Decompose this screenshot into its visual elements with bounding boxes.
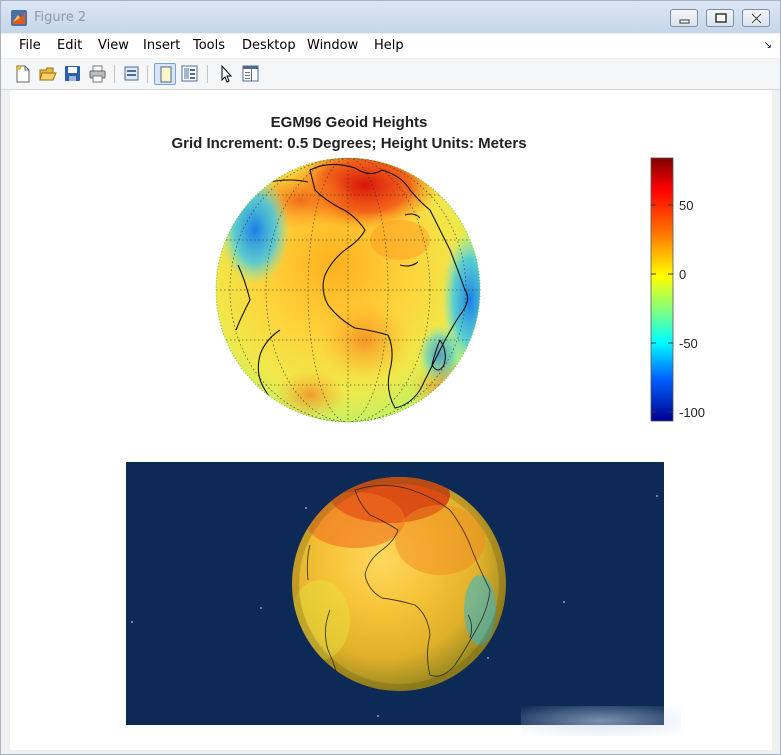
menu-tools[interactable]: Tools xyxy=(193,38,225,53)
figure-window: Figure 2 File Edit View Insert Tools Des… xyxy=(0,0,781,755)
save-icon xyxy=(65,66,80,81)
watermark-blur xyxy=(521,706,681,736)
globe-plots xyxy=(126,157,674,725)
menu-help[interactable]: Help xyxy=(374,38,404,53)
matlab-icon xyxy=(11,10,27,26)
new-figure-icon xyxy=(16,65,30,83)
toolbar-separator xyxy=(147,65,148,83)
open-file-button[interactable] xyxy=(37,63,59,85)
link-plot-button[interactable] xyxy=(121,63,143,85)
figure-toolbar xyxy=(1,59,780,90)
colorbar-tick-label: 50 xyxy=(679,198,694,213)
link-plot-icon xyxy=(124,66,139,81)
new-figure-button[interactable] xyxy=(12,63,34,85)
menu-desktop[interactable]: Desktop xyxy=(242,38,296,53)
restore-icon xyxy=(715,13,727,23)
show-plot-tools-icon xyxy=(181,65,198,82)
colorbar-tick-label: -100 xyxy=(679,405,706,420)
menu-insert[interactable]: Insert xyxy=(143,38,180,53)
upper-globe xyxy=(215,157,481,423)
edit-plot-button[interactable] xyxy=(215,63,237,85)
minimize-icon xyxy=(679,19,690,24)
print-icon xyxy=(89,65,106,83)
minimize-button[interactable] xyxy=(670,9,698,27)
edit-plot-arrow-icon xyxy=(221,65,233,83)
window-title: Figure 2 xyxy=(34,10,87,25)
close-button[interactable] xyxy=(742,9,770,27)
show-plot-tools-button[interactable] xyxy=(179,63,201,85)
menu-view[interactable]: View xyxy=(98,38,129,53)
figure-canvas[interactable]: EGM96 Geoid Heights Grid Increment: 0.5 … xyxy=(10,90,772,750)
open-file-icon xyxy=(39,67,57,81)
colorbar-tick-label: -50 xyxy=(679,336,698,351)
hide-plot-tools-icon xyxy=(160,66,172,83)
dock-arrow-icon[interactable]: ↘ xyxy=(764,40,772,51)
menu-bar: File Edit View Insert Tools Desktop Wind… xyxy=(1,34,780,58)
restore-button[interactable] xyxy=(706,9,734,27)
toolbar-separator xyxy=(207,65,208,83)
open-property-inspector-icon xyxy=(242,65,259,82)
title-bar[interactable]: Figure 2 xyxy=(1,1,780,33)
save-button[interactable] xyxy=(62,63,84,85)
print-button[interactable] xyxy=(87,63,109,85)
menu-file[interactable]: File xyxy=(19,38,41,53)
colorbar xyxy=(650,157,674,422)
lower-globe-panel xyxy=(126,462,664,725)
hide-plot-tools-button[interactable] xyxy=(154,63,176,85)
property-inspector-button[interactable] xyxy=(240,63,262,85)
menu-edit[interactable]: Edit xyxy=(57,38,82,53)
close-icon xyxy=(750,12,763,25)
colorbar-tick-label: 0 xyxy=(679,267,687,282)
toolbar-separator xyxy=(114,65,115,83)
menu-window[interactable]: Window xyxy=(307,38,358,53)
